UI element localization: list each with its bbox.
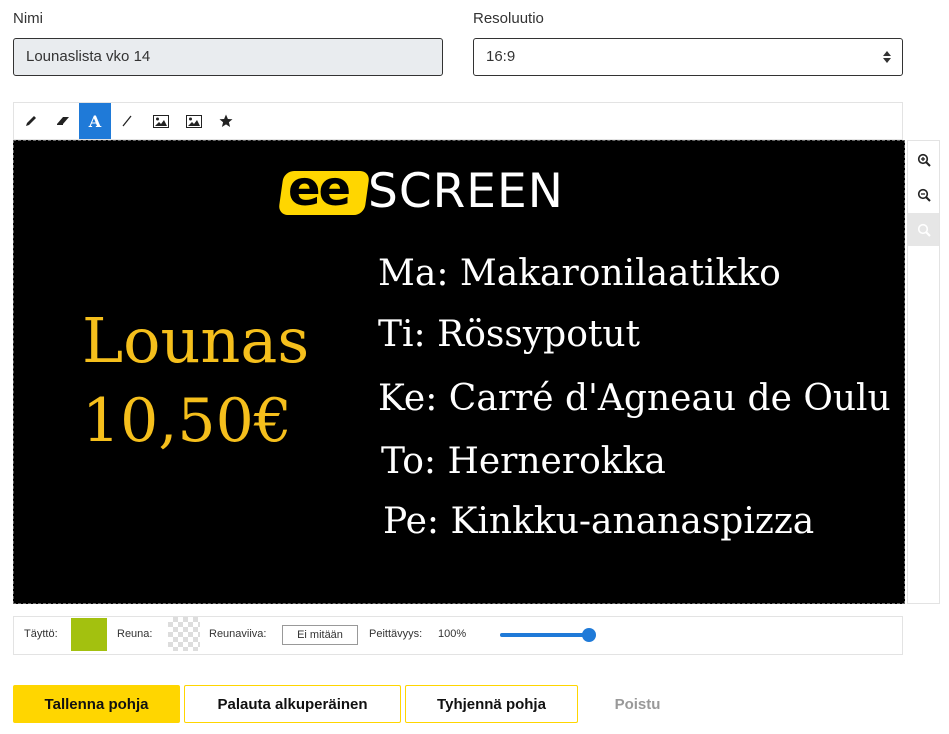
- zoom-out-icon: [917, 188, 931, 202]
- fill-label: Täyttö:: [24, 628, 58, 640]
- eraser-tool[interactable]: [47, 103, 79, 139]
- opacity-slider-fill: [500, 633, 589, 637]
- menu-line-thursday: To: Hernerokka: [381, 441, 666, 482]
- star-icon: [219, 114, 233, 127]
- border-color-swatch[interactable]: [168, 617, 200, 651]
- opacity-label: Peittävyys:: [369, 628, 423, 640]
- price-title: Lounas: [82, 304, 310, 377]
- restore-button[interactable]: Palauta alkuperäinen: [184, 685, 401, 723]
- border-line-select[interactable]: Ei mitään: [282, 625, 358, 645]
- image-icon: [153, 114, 169, 128]
- opacity-slider-thumb[interactable]: [582, 628, 596, 642]
- eescreen-logo: ee SCREEN: [277, 161, 611, 220]
- pencil-icon: [26, 116, 36, 126]
- exit-button[interactable]: Poistu: [590, 685, 685, 723]
- logo-text: SCREEN: [368, 164, 564, 219]
- zoom-panel: [907, 140, 940, 604]
- menu-line-tuesday: Ti: Rössypotut: [378, 314, 641, 355]
- zoom-in-button[interactable]: [908, 143, 939, 176]
- save-button[interactable]: Tallenna pohja: [13, 685, 180, 723]
- editor-canvas[interactable]: ee SCREEN Lounas 10,50€ Ma: Makaronilaat…: [13, 140, 905, 604]
- zoom-out-button[interactable]: [908, 178, 939, 211]
- name-input[interactable]: Lounaslista vko 14: [13, 38, 443, 76]
- pencil-tool[interactable]: [15, 103, 47, 139]
- resolution-select[interactable]: 16:9: [473, 38, 903, 76]
- resolution-value: 16:9: [486, 48, 516, 65]
- text-tool[interactable]: A: [79, 103, 111, 139]
- fill-color-swatch[interactable]: [71, 618, 107, 651]
- background-image-tool[interactable]: [178, 103, 210, 139]
- logo-badge-text: ee: [288, 161, 351, 217]
- clear-button[interactable]: Tyhjennä pohja: [405, 685, 578, 723]
- line-icon: [122, 115, 132, 127]
- price-value: 10,50€: [82, 386, 292, 456]
- opacity-slider[interactable]: [500, 628, 596, 642]
- resolution-label: Resoluutio: [473, 10, 544, 27]
- text-icon: A: [88, 111, 102, 131]
- menu-line-monday: Ma: Makaronilaatikko: [378, 253, 781, 294]
- image-tool[interactable]: [145, 103, 177, 139]
- menu-line-friday: Pe: Kinkku-ananaspizza: [383, 501, 815, 542]
- name-label: Nimi: [13, 10, 43, 27]
- menu-line-wednesday: Ke: Carré d'Agneau de Oulu: [378, 378, 891, 419]
- zoom-in-icon: [917, 153, 931, 167]
- zoom-reset-icon: [917, 223, 931, 237]
- border-label: Reuna:: [117, 628, 153, 640]
- shape-tool[interactable]: [210, 103, 242, 139]
- image-icon: [186, 114, 202, 128]
- object-settings-bar: Täyttö: Reuna: Reunaviiva: Ei mitään Pei…: [13, 616, 903, 655]
- line-tool[interactable]: [111, 103, 143, 139]
- drawing-toolbar: A: [13, 102, 903, 140]
- border-line-label: Reunaviiva:: [209, 628, 267, 640]
- select-arrows-icon: [883, 51, 891, 63]
- opacity-value: 100%: [438, 628, 467, 640]
- eraser-icon: [57, 117, 69, 125]
- zoom-reset-button[interactable]: [908, 213, 939, 246]
